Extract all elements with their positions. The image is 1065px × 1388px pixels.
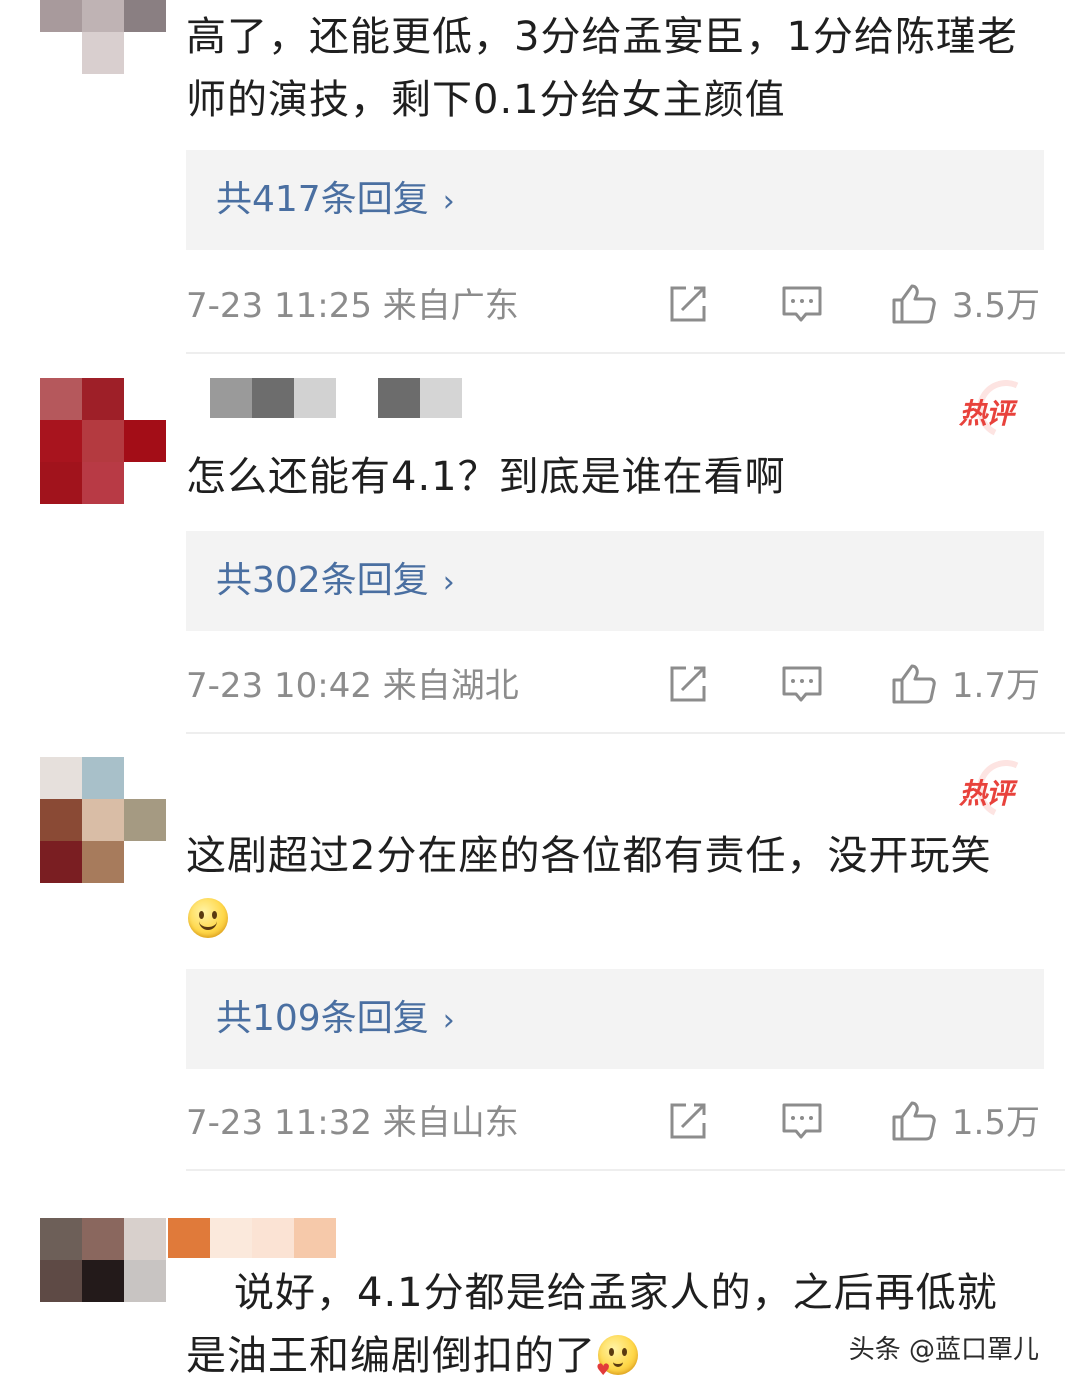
reply-count-link[interactable]: 共417条回复 xyxy=(216,179,429,220)
timestamp: 7-23 10:42 xyxy=(186,666,372,706)
comment-text: 说好，4.1分都是给孟家人的，之后再低就是油王和编剧倒扣的了 ♥ xyxy=(186,1270,998,1379)
location: 来自湖北 xyxy=(382,666,519,706)
reply-summary[interactable]: 共417条回复 › xyxy=(186,150,1044,250)
reply-count-link[interactable]: 共302条回复 xyxy=(216,560,429,601)
avatar[interactable] xyxy=(40,757,168,883)
comment-icon[interactable] xyxy=(780,1099,824,1143)
comment-meta: 7-23 11:25 来自广东 3.5万 xyxy=(186,280,1044,330)
comment-text: 高了，还能更低，3分给孟宴臣，1分给陈瑾老师的演技，剩下0.1分给女主颜值 xyxy=(186,14,1018,123)
divider xyxy=(186,732,1065,734)
divider xyxy=(186,352,1065,354)
location: 来自广东 xyxy=(382,286,519,326)
comment-icon[interactable] xyxy=(780,662,824,706)
comment-meta: 7-23 11:32 来自山东 1.5万 xyxy=(186,1097,1044,1147)
avatar[interactable] xyxy=(40,378,168,504)
avatar[interactable] xyxy=(40,1218,168,1338)
chevron-right-icon: › xyxy=(442,565,455,600)
reply-summary[interactable]: 共302条回复 › xyxy=(186,531,1044,631)
timestamp: 7-23 11:32 xyxy=(186,1103,372,1143)
kiss-emoji-icon: ♥ xyxy=(596,1335,638,1378)
comment-text: 这剧超过2分在座的各位都有责任，没开玩笑 xyxy=(186,825,1026,951)
hot-comment-badge: 热评 xyxy=(959,751,1044,827)
like-count: 3.5万 xyxy=(951,286,1040,326)
location: 来自山东 xyxy=(382,1103,519,1143)
like-icon[interactable] xyxy=(890,282,938,326)
comment-meta: 7-23 10:42 来自湖北 1.7万 xyxy=(186,660,1044,710)
like-icon[interactable] xyxy=(890,662,938,706)
share-icon[interactable] xyxy=(666,662,710,706)
comment-text: 怎么还能有4.1？到底是谁在看啊 xyxy=(186,454,786,500)
watermark: 头条 @蓝口罩儿 xyxy=(848,1335,1039,1365)
reply-summary[interactable]: 共109条回复 › xyxy=(186,969,1044,1069)
chevron-right-icon: › xyxy=(442,184,455,219)
chevron-right-icon: › xyxy=(442,1003,455,1038)
like-count: 1.7万 xyxy=(951,666,1040,706)
like-count: 1.5万 xyxy=(951,1103,1040,1143)
avatar[interactable] xyxy=(40,0,168,74)
share-icon[interactable] xyxy=(666,282,710,326)
divider xyxy=(186,1169,1065,1171)
like-icon[interactable] xyxy=(890,1099,938,1143)
share-icon[interactable] xyxy=(666,1099,710,1143)
timestamp: 7-23 11:25 xyxy=(186,286,372,326)
smile-emoji-icon xyxy=(188,898,228,938)
comment-icon[interactable] xyxy=(780,282,824,326)
reply-count-link[interactable]: 共109条回复 xyxy=(216,998,429,1039)
hot-comment-badge: 热评 xyxy=(959,371,1044,447)
